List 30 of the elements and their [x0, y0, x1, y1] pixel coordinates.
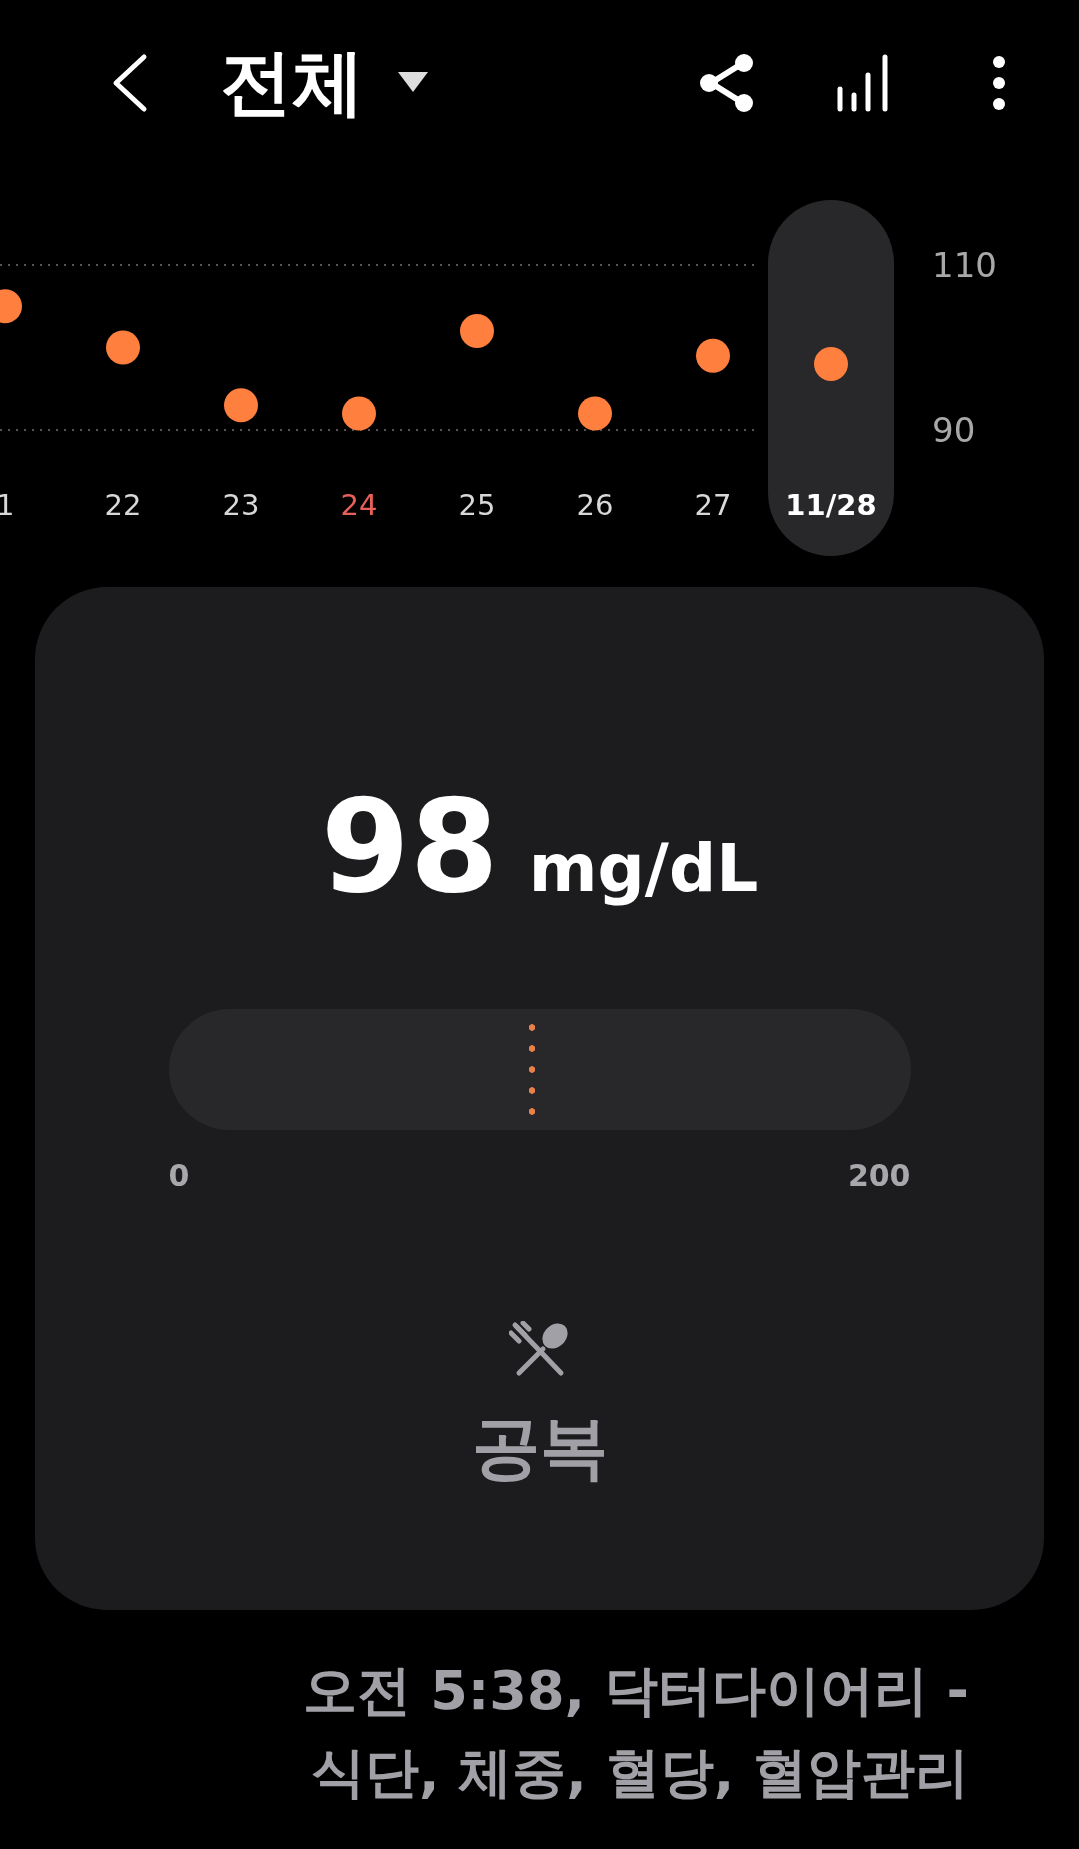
date-label[interactable]: 26: [576, 488, 614, 522]
data-point: [696, 338, 730, 373]
scale-max-label: 200: [847, 1158, 911, 1193]
more-icon: [991, 54, 1007, 111]
data-point: [106, 330, 140, 365]
fork-spoon-icon: [508, 1321, 571, 1377]
caption-text: 오전 5:38, 닥터다이어리 - 식단, 체중, 혈당, 혈압관리: [302, 1658, 969, 1806]
date-label[interactable]: 27: [694, 488, 732, 522]
data-point: [0, 289, 22, 324]
meal-status-label: 공복: [471, 1407, 608, 1489]
data-point: [460, 314, 494, 348]
filter-dropdown[interactable]: 전체: [220, 34, 428, 131]
y-axis-label: 110: [932, 245, 997, 285]
date-label[interactable]: 25: [458, 488, 496, 522]
share-icon: [699, 52, 755, 113]
data-point: [342, 396, 376, 431]
date-label[interactable]: 1: [0, 488, 15, 522]
bar-chart-icon: [835, 52, 891, 113]
date-label[interactable]: 22: [104, 488, 142, 522]
date-label[interactable]: 11/28: [785, 488, 877, 522]
caret-icon: [398, 71, 428, 94]
date-label[interactable]: 24: [340, 488, 378, 522]
scale-min-label: 0: [168, 1158, 190, 1193]
data-point: [578, 396, 612, 431]
data-point: [224, 388, 258, 423]
data-point: [814, 347, 848, 381]
date-label[interactable]: 23: [222, 488, 260, 522]
y-axis-label: 90: [932, 410, 976, 450]
glucose-value: 98: [320, 782, 499, 912]
unit-label: mg/dL: [528, 830, 759, 907]
